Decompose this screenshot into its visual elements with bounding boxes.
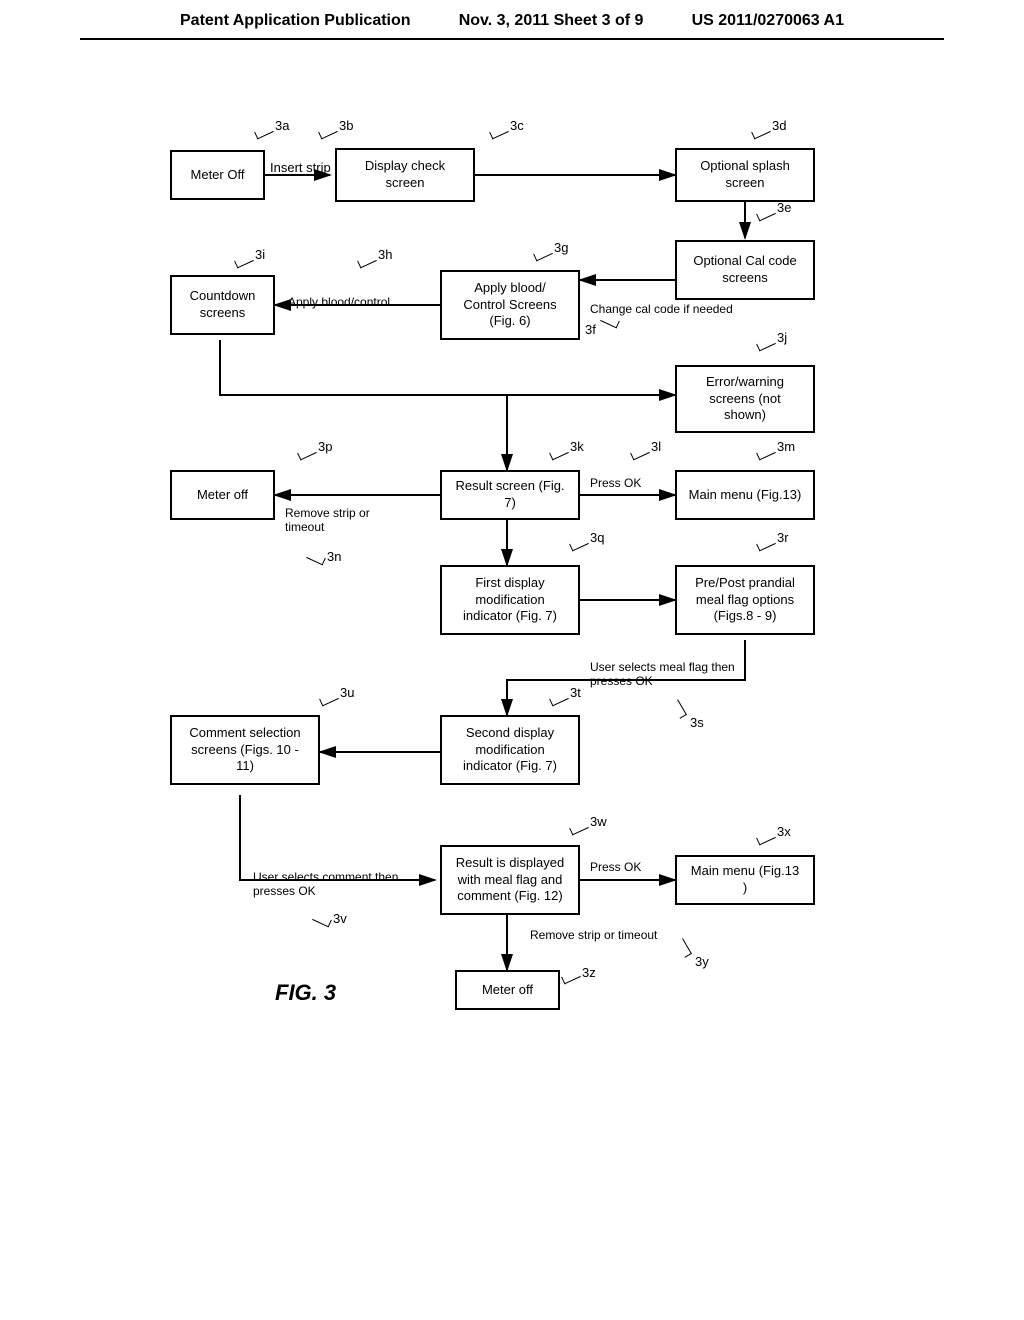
arrow-label-remove-strip-2: Remove strip or timeout bbox=[530, 928, 657, 942]
box-apply-blood-screen: Apply blood/ Control Screens (Fig. 6) bbox=[440, 270, 580, 340]
box-meter-off-2: Meter off bbox=[170, 470, 275, 520]
arrow-label-insert-strip: Insert strip bbox=[270, 160, 332, 175]
ref-label-3l: 3l bbox=[651, 439, 661, 454]
ref-label-3k: 3k bbox=[570, 439, 584, 454]
ref-label-3i: 3i bbox=[255, 247, 265, 262]
box-first-display-mod: First display modification indicator (Fi… bbox=[440, 565, 580, 635]
ref-label-3x: 3x bbox=[777, 824, 791, 839]
box-cal-code: Optional Cal code screens bbox=[675, 240, 815, 300]
arrow-label-remove-strip-1: Remove strip or timeout bbox=[285, 506, 385, 534]
arrow-label-press-ok-1: Press OK bbox=[590, 476, 641, 490]
ref-label-3s: 3s bbox=[690, 715, 704, 730]
flowchart-diagram: Meter Off 3a Insert strip 3b Display che… bbox=[120, 140, 900, 1140]
ref-label-3v: 3v bbox=[333, 911, 347, 926]
ref-label-3a: 3a bbox=[275, 118, 289, 133]
box-result-screen: Result screen (Fig. 7) bbox=[440, 470, 580, 520]
ref-label-3q: 3q bbox=[590, 530, 604, 545]
box-meal-flag-options: Pre/Post prandial meal flag options (Fig… bbox=[675, 565, 815, 635]
ref-label-3h: 3h bbox=[378, 247, 392, 262]
ref-label-3r: 3r bbox=[777, 530, 789, 545]
ref-tick bbox=[489, 125, 509, 140]
box-countdown: Countdown screens bbox=[170, 275, 275, 335]
document-header: Patent Application Publication Nov. 3, 2… bbox=[80, 0, 944, 40]
box-main-menu-2: Main menu (Fig.13 ) bbox=[675, 855, 815, 905]
box-error-warning: Error/warning screens (not shown) bbox=[675, 365, 815, 433]
box-meter-off: Meter Off bbox=[170, 150, 265, 200]
ref-label-3j: 3j bbox=[777, 330, 787, 345]
ref-label-3d: 3d bbox=[772, 118, 786, 133]
ref-label-3f: 3f bbox=[585, 322, 596, 337]
box-splash: Optional splash screen bbox=[675, 148, 815, 202]
arrow-label-change-cal: Change cal code if needed bbox=[590, 302, 733, 316]
arrow-label-press-ok-2: Press OK bbox=[590, 860, 641, 874]
ref-tick bbox=[751, 125, 771, 140]
ref-label-3n: 3n bbox=[327, 549, 341, 564]
box-display-check: Display check screen bbox=[335, 148, 475, 202]
ref-label-3b: 3b bbox=[339, 118, 353, 133]
header-left: Patent Application Publication bbox=[180, 12, 411, 30]
ref-label-3z: 3z bbox=[582, 965, 596, 980]
ref-label-3p: 3p bbox=[318, 439, 332, 454]
box-result-displayed: Result is displayed with meal flag and c… bbox=[440, 845, 580, 915]
box-meter-off-3: Meter off bbox=[455, 970, 560, 1010]
ref-label-3g: 3g bbox=[554, 240, 568, 255]
ref-label-3e: 3e bbox=[777, 200, 791, 215]
header-center: Nov. 3, 2011 Sheet 3 of 9 bbox=[459, 12, 644, 30]
ref-label-3w: 3w bbox=[590, 814, 607, 829]
ref-label-3c: 3c bbox=[510, 118, 524, 133]
arrow-label-user-selects-meal: User selects meal flag then presses OK bbox=[590, 660, 750, 688]
ref-label-3u: 3u bbox=[340, 685, 354, 700]
header-right: US 2011/0270063 A1 bbox=[692, 12, 844, 30]
ref-label-3y: 3y bbox=[695, 954, 709, 969]
ref-label-3t: 3t bbox=[570, 685, 581, 700]
ref-tick bbox=[318, 125, 338, 140]
box-second-display-mod: Second display modification indicator (F… bbox=[440, 715, 580, 785]
ref-tick bbox=[254, 125, 274, 140]
box-main-menu-1: Main menu (Fig.13) bbox=[675, 470, 815, 520]
figure-caption: FIG. 3 bbox=[275, 980, 336, 1006]
arrow-label-apply-blood: Apply blood/control bbox=[288, 295, 428, 309]
box-comment-selection: Comment selection screens (Figs. 10 - 11… bbox=[170, 715, 320, 785]
arrow-label-user-selects-comment: User selects comment then presses OK bbox=[253, 870, 413, 898]
ref-label-3m: 3m bbox=[777, 439, 795, 454]
